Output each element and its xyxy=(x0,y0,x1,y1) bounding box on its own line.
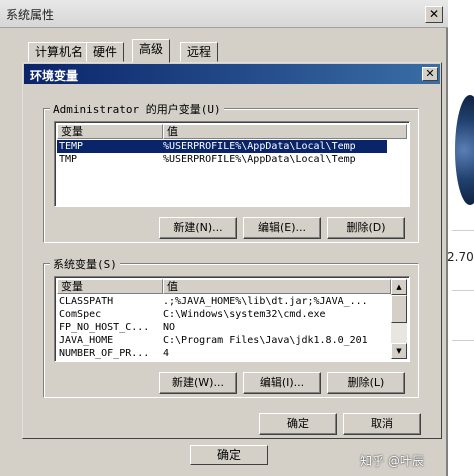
tab-computer-name[interactable]: 计算机名 xyxy=(28,42,91,62)
system-variable-row-comspec[interactable]: ComSpec C:\Windows\system32\cmd.exe xyxy=(57,308,391,321)
user-variables-list[interactable]: 变量 值 TEMP %USERPROFILE%\AppData\Local\Te… xyxy=(54,121,410,207)
column-header-value[interactable]: 值 xyxy=(163,279,391,294)
system-properties-titlebar[interactable]: 系统属性 ✕ xyxy=(0,0,448,28)
system-properties-title: 系统属性 xyxy=(6,8,55,22)
user-delete-button[interactable]: 删除(D) xyxy=(327,217,405,239)
system-variable-row-fp-no-host[interactable]: FP_NO_HOST_C... NO xyxy=(57,321,391,334)
cancel-button[interactable]: 取消 xyxy=(343,413,421,435)
user-variable-row-temp[interactable]: TEMP %USERPROFILE%\AppData\Local\Temp xyxy=(57,140,387,153)
variable-name: TEMP xyxy=(59,141,84,152)
background-desktop-area xyxy=(450,0,474,476)
column-header-variable[interactable]: 变量 xyxy=(57,124,163,139)
user-variable-row-tmp[interactable]: TMP %USERPROFILE%\AppData\Local\Temp xyxy=(57,153,387,166)
system-variables-scrollbar[interactable]: ▲ ▼ xyxy=(391,279,407,359)
system-variables-list[interactable]: 变量 值 CLASSPATH .;%JAVA_HOME%\lib\dt.jar;… xyxy=(54,276,410,362)
variable-value: NO xyxy=(163,322,176,333)
tab-hardware[interactable]: 硬件 xyxy=(86,42,125,62)
user-variables-label: Administrator 的用户变量(U) xyxy=(50,101,224,117)
variable-name: NUMBER_OF_PR... xyxy=(59,348,150,359)
variable-value: .;%JAVA_HOME%\lib\dt.jar;%JAVA_... xyxy=(163,296,368,307)
environment-variables-titlebar[interactable]: 环境变量 ✕ xyxy=(24,64,440,84)
variable-name: JAVA_HOME xyxy=(59,335,114,346)
system-variables-header: 变量 值 xyxy=(57,279,391,294)
variable-value: C:\Windows\system32\cmd.exe xyxy=(163,309,326,320)
variable-value: %USERPROFILE%\AppData\Local\Temp xyxy=(163,154,356,165)
system-edit-button[interactable]: 编辑(I)... xyxy=(243,372,321,394)
system-properties-close-button[interactable]: ✕ xyxy=(425,6,443,23)
column-header-variable[interactable]: 变量 xyxy=(57,279,163,294)
zhihu-watermark: 知乎 @叶辰 xyxy=(360,454,424,468)
environment-variables-close-button[interactable]: ✕ xyxy=(422,67,438,81)
tab-advanced[interactable]: 高级 xyxy=(132,39,171,63)
user-variables-group: Administrator 的用户变量(U) 变量 值 TEMP %USERPR… xyxy=(43,101,419,243)
user-edit-button[interactable]: 编辑(E)... xyxy=(243,217,321,239)
variable-name: FP_NO_HOST_C... xyxy=(59,322,150,333)
system-new-button[interactable]: 新建(W)... xyxy=(159,372,237,394)
background-divider xyxy=(452,290,474,291)
variable-name: ComSpec xyxy=(59,309,102,320)
ok-button[interactable]: 确定 xyxy=(259,413,337,435)
background-version-text: 2.70 xyxy=(447,250,474,264)
variable-value: %USERPROFILE%\AppData\Local\Temp xyxy=(163,141,356,152)
system-properties-ok-button[interactable]: 确定 xyxy=(190,445,268,465)
variable-name: TMP xyxy=(59,154,78,165)
scroll-down-arrow-icon[interactable]: ▼ xyxy=(391,343,407,359)
system-variable-row-number-of-processors[interactable]: NUMBER_OF_PR... 4 xyxy=(57,347,391,360)
user-new-button[interactable]: 新建(N)... xyxy=(159,217,237,239)
tab-remote[interactable]: 远程 xyxy=(180,42,219,62)
user-variables-header: 变量 值 xyxy=(57,124,407,139)
system-variable-row-java-home[interactable]: JAVA_HOME C:\Program Files\Java\jdk1.8.0… xyxy=(57,334,391,347)
environment-variables-dialog: 环境变量 ✕ Administrator 的用户变量(U) 变量 值 TEMP … xyxy=(22,62,442,439)
background-divider xyxy=(452,340,474,341)
column-header-value[interactable]: 值 xyxy=(163,124,407,139)
system-variables-label: 系统变量(S) xyxy=(50,256,120,272)
scroll-thumb[interactable] xyxy=(391,295,407,323)
scroll-up-arrow-icon[interactable]: ▲ xyxy=(391,279,407,295)
system-delete-button[interactable]: 删除(L) xyxy=(327,372,405,394)
environment-variables-title: 环境变量 xyxy=(30,69,79,83)
system-variables-group: 系统变量(S) 变量 值 CLASSPATH .;%JAVA_HOME%\lib… xyxy=(43,256,419,398)
variable-value: 4 xyxy=(163,348,170,359)
background-divider xyxy=(452,230,474,231)
variable-value: C:\Program Files\Java\jdk1.8.0_201 xyxy=(163,335,368,346)
variable-name: CLASSPATH xyxy=(59,296,114,307)
system-variable-row-classpath[interactable]: CLASSPATH .;%JAVA_HOME%\lib\dt.jar;%JAVA… xyxy=(57,295,391,308)
